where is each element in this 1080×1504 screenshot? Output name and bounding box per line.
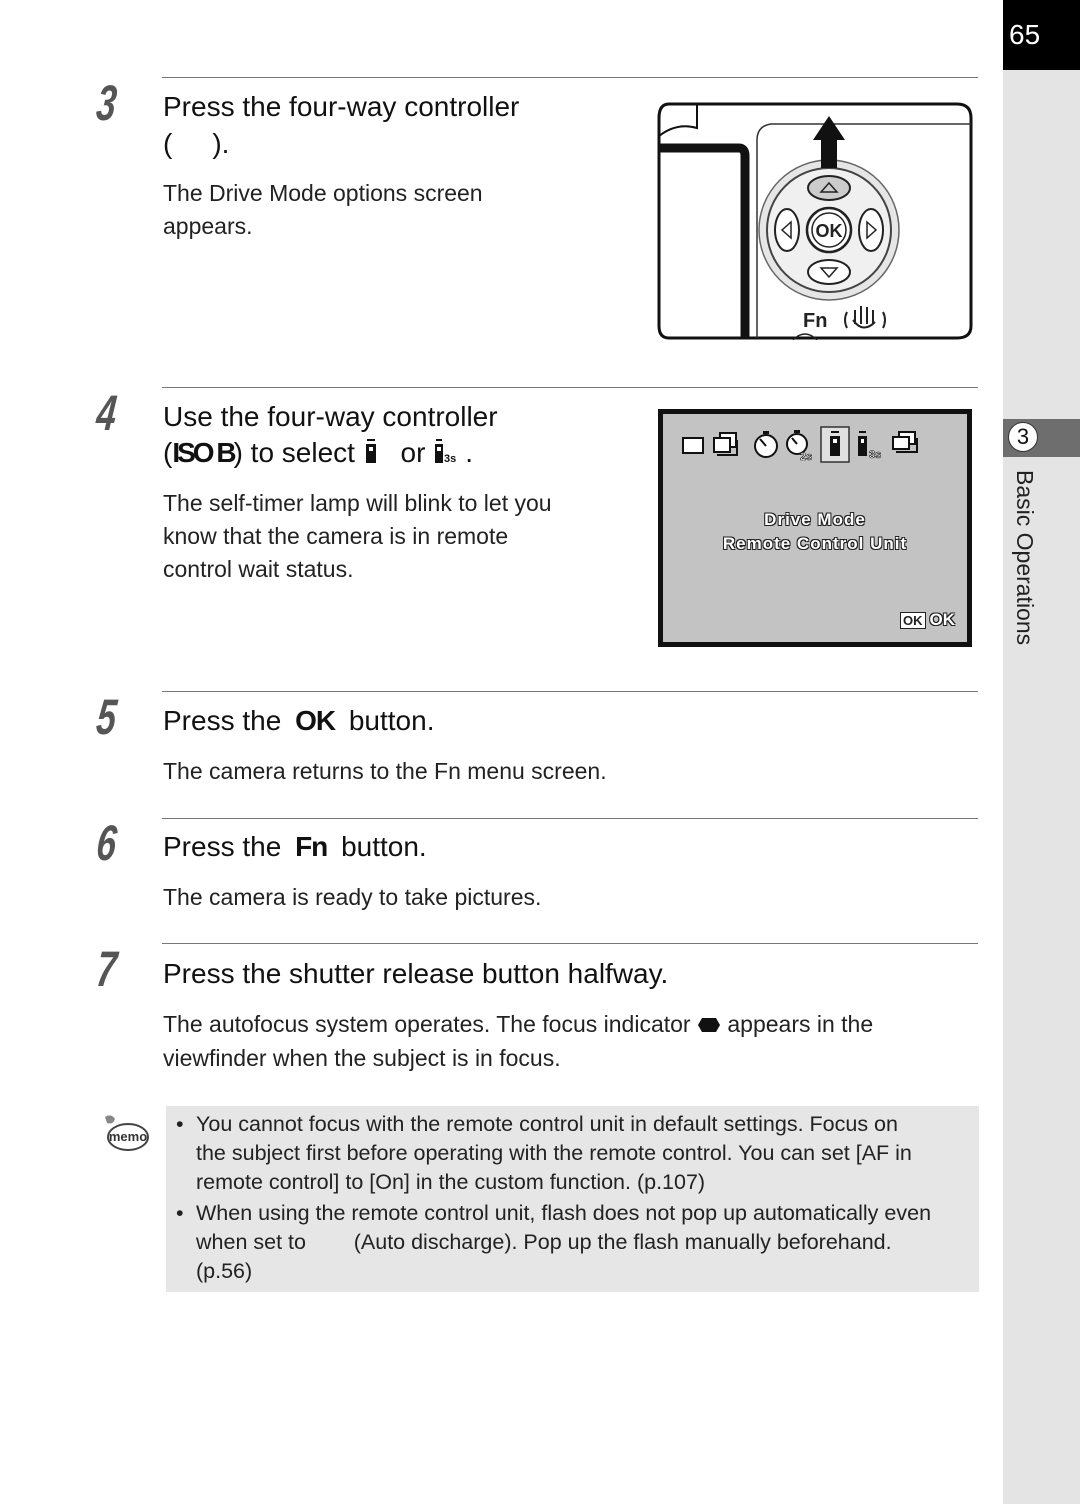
body-text: appears in the [727, 1011, 874, 1037]
svg-text:3s: 3s [444, 453, 456, 464]
heading-text: button. [341, 831, 427, 862]
drive-mode-screen: 2s 3s Drive Mode Remote Control Unit OK … [658, 409, 972, 647]
camera-back-illustration: OK Fn [657, 102, 973, 340]
auto-bracket-icon [892, 431, 918, 453]
step-divider [162, 818, 978, 819]
heading-text: . [465, 437, 473, 468]
single-frame-icon [682, 437, 704, 454]
step-number: 7 [94, 941, 118, 997]
iso-b-button-icon: ISO B [172, 437, 236, 468]
body-line: viewfinder when the subject is in focus. [163, 1045, 561, 1072]
step-body: The Drive Mode options screen appears. [163, 177, 483, 243]
remote-control-3s-icon: 3s [433, 438, 465, 471]
ok-button-icon: OK [900, 611, 926, 629]
fn-label: Fn [803, 310, 827, 332]
body-line: know that the camera is in remote [163, 523, 509, 549]
body-line: control wait status. [163, 556, 354, 582]
step-heading-line2: (ISO B) to select or 3s . [163, 437, 473, 471]
bullet: • [176, 1201, 184, 1225]
step-heading: Press the OK button. [163, 705, 434, 737]
right-button [858, 208, 884, 252]
memo-line: remote control] to [On] in the custom fu… [196, 1170, 706, 1194]
heading-text: or [400, 437, 426, 468]
step-body: The camera returns to the Fn menu screen… [163, 755, 607, 788]
heading-text: ( [163, 128, 173, 159]
heading-text: Use the four-way controller [163, 401, 498, 432]
memo-line: You cannot focus with the remote control… [196, 1112, 898, 1136]
ok-guide-label: OK [929, 610, 956, 629]
step-number: 5 [94, 689, 118, 745]
body-line: appears. [163, 213, 253, 239]
left-button [774, 208, 800, 252]
step-divider [162, 77, 978, 78]
self-timer-2s-icon: 2s [786, 430, 813, 463]
heading-text: ( [163, 437, 173, 468]
lcd-display: 2s 3s Drive Mode Remote Control Unit OK … [663, 414, 967, 642]
memo-line-text: when set to (Auto discharge). Pop up the… [196, 1230, 892, 1254]
ok-button-icon: OK [295, 705, 336, 736]
memo-line: when set to (Auto discharge). Pop up the… [196, 1228, 968, 1257]
self-timer-12s-icon [754, 431, 778, 458]
step-body: The autofocus system operates. The focus… [163, 1008, 873, 1075]
step-heading: Press the shutter release button halfway… [163, 958, 669, 989]
bullet: • [176, 1112, 184, 1136]
heading-text: ) to select [233, 437, 355, 468]
lcd-title: Drive Mode [764, 510, 866, 529]
page-number: 65 [1003, 0, 1080, 70]
svg-text:2s: 2s [800, 451, 812, 463]
remote-control-icon [363, 438, 393, 471]
step-number: 6 [94, 815, 118, 871]
body-line: The self-timer lamp will blink to let yo… [163, 490, 552, 516]
chapter-sidebar [1003, 0, 1080, 1504]
heading-text: ). [212, 128, 230, 159]
heading-text: button. [348, 705, 435, 736]
fn-button-icon: Fn [295, 831, 328, 862]
step-heading: Press the four-way controller [163, 91, 519, 123]
body-line: The autofocus system operates. The focus… [163, 1008, 873, 1042]
continuous-icon [713, 432, 738, 456]
page-number-text: 65 [1009, 19, 1041, 50]
body-line: The camera is ready to take pictures. [163, 884, 542, 910]
focus-indicator-icon [697, 1009, 721, 1042]
ok-label: OK [816, 221, 843, 241]
svg-text:3s: 3s [869, 449, 881, 461]
heading-text: Press the [163, 831, 282, 862]
step-body: The self-timer lamp will blink to let yo… [163, 487, 552, 586]
memo-line: When using the remote control unit, flas… [196, 1201, 932, 1225]
chapter-number: 3 [1008, 422, 1038, 452]
memo-line: the subject first before operating with … [196, 1141, 912, 1165]
body-text: The autofocus system operates. The focus… [163, 1011, 691, 1037]
memo-icon: memo [105, 1115, 149, 1151]
step-number: 4 [94, 385, 118, 441]
lcd-ok-guide: OK OK [900, 610, 955, 630]
step-heading: Press the Fn button. [163, 831, 427, 863]
step-number: 3 [94, 75, 118, 131]
chapter-title: Basic Operations [1012, 470, 1038, 646]
body-line: The Drive Mode options screen [163, 180, 483, 206]
up-button [807, 175, 851, 201]
heading-text: Press the [163, 705, 282, 736]
step-divider [162, 943, 978, 944]
down-button [807, 259, 851, 285]
step-heading-line2: (). [163, 128, 229, 160]
step-divider [162, 387, 978, 388]
remote-control-icon [820, 426, 850, 463]
step-divider [162, 691, 978, 692]
step-body: The camera is ready to take pictures. [163, 881, 541, 914]
step-heading: Use the four-way controller [163, 401, 498, 433]
heading-text: Press the four-way controller [163, 91, 520, 122]
lcd-subtitle: Remote Control Unit [722, 534, 908, 553]
remote-control-3s-icon: 3s [858, 431, 882, 461]
memo-label: memo [109, 1129, 147, 1144]
memo-line: (p.56) [196, 1259, 253, 1283]
auto-flash-icon [320, 1232, 352, 1254]
body-line: The camera returns to the Fn menu screen… [163, 758, 607, 784]
drive-mode-icon-row: 2s 3s [682, 426, 918, 463]
